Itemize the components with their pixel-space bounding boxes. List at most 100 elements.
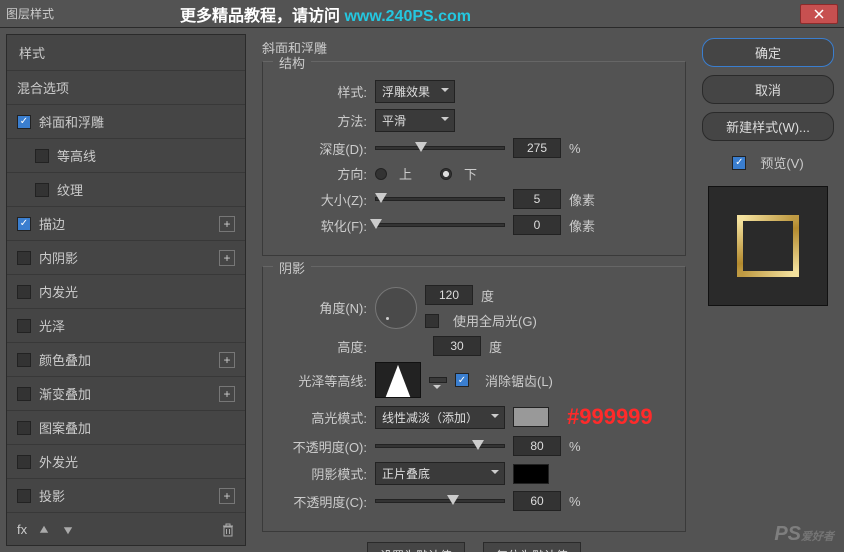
antialias-checkbox[interactable]: [455, 373, 469, 387]
preview-box: [708, 186, 828, 306]
trash-icon[interactable]: [221, 523, 235, 537]
shadow-opacity-slider[interactable]: [375, 499, 505, 503]
angle-dial[interactable]: [375, 287, 417, 329]
size-input[interactable]: [513, 189, 561, 209]
soften-input[interactable]: [513, 215, 561, 235]
shadow-color-swatch[interactable]: [513, 464, 549, 484]
sidebar-item-label: 外发光: [39, 452, 78, 471]
technique-select[interactable]: 平滑: [375, 109, 455, 132]
sidebar-item-1[interactable]: 等高线: [7, 139, 245, 173]
sidebar-item-label: 图案叠加: [39, 418, 91, 437]
sidebar-footer: fx: [7, 514, 245, 545]
altitude-label: 高度:: [277, 337, 367, 356]
highlight-color-swatch[interactable]: [513, 407, 549, 427]
style-checkbox[interactable]: [17, 217, 31, 231]
arrow-down-icon[interactable]: [61, 523, 75, 537]
soften-label: 软化(F):: [277, 216, 367, 235]
style-label: 样式:: [277, 82, 367, 101]
sidebar-item-9[interactable]: 图案叠加: [7, 411, 245, 445]
sidebar-item-11[interactable]: 投影 +: [7, 479, 245, 513]
annotation-highlight-color: #999999: [567, 404, 653, 430]
close-icon: [814, 9, 824, 19]
add-effect-icon[interactable]: +: [219, 250, 235, 266]
sidebar-item-5[interactable]: 内发光: [7, 275, 245, 309]
depth-input[interactable]: [513, 138, 561, 158]
banner: 更多精品教程，请访问 www.240PS.com: [180, 2, 471, 26]
sidebar-item-label: 斜面和浮雕: [39, 112, 104, 131]
highlight-opacity-slider[interactable]: [375, 444, 505, 448]
global-light-checkbox[interactable]: [425, 314, 439, 328]
style-checkbox[interactable]: [17, 455, 31, 469]
reset-default-button[interactable]: 复位为默认值: [483, 542, 581, 552]
direction-up-radio[interactable]: [375, 168, 387, 180]
sidebar-item-2[interactable]: 纹理: [7, 173, 245, 207]
highlight-opacity-input[interactable]: [513, 436, 561, 456]
style-checkbox[interactable]: [35, 149, 49, 163]
set-default-button[interactable]: 设置为默认值: [367, 542, 465, 552]
sidebar-item-label: 等高线: [57, 146, 96, 165]
technique-label: 方法:: [277, 111, 367, 130]
sidebar-item-7[interactable]: 颜色叠加 +: [7, 343, 245, 377]
content-panel: 斜面和浮雕 结构 样式: 浮雕效果 方法: 平滑 深度(D): % 方向: 上: [246, 28, 702, 552]
close-button[interactable]: [800, 4, 838, 24]
styles-sidebar: 样式 混合选项 斜面和浮雕等高线纹理描边+ 内阴影 + 内发光光泽颜色叠加 + 渐变叠加 +…: [6, 34, 246, 546]
sidebar-header: 样式: [7, 35, 245, 71]
angle-input[interactable]: [425, 285, 473, 305]
cancel-button[interactable]: 取消: [702, 75, 834, 104]
sidebar-item-3[interactable]: 描边+: [7, 207, 245, 241]
size-slider[interactable]: [375, 197, 505, 201]
ok-button[interactable]: 确定: [702, 38, 834, 67]
shadow-opacity-input[interactable]: [513, 491, 561, 511]
preview-checkbox[interactable]: [732, 156, 746, 170]
shadow-opacity-label: 不透明度(C):: [277, 492, 367, 511]
add-effect-icon[interactable]: +: [219, 386, 235, 402]
style-checkbox[interactable]: [17, 251, 31, 265]
highlight-mode-label: 高光模式:: [277, 408, 367, 427]
shadow-mode-select[interactable]: 正片叠底: [375, 462, 505, 485]
new-style-button[interactable]: 新建样式(W)...: [702, 112, 834, 141]
sidebar-item-6[interactable]: 光泽: [7, 309, 245, 343]
sidebar-item-label: 颜色叠加: [39, 350, 91, 369]
gloss-contour-picker[interactable]: [375, 362, 421, 398]
sidebar-item-label: 纹理: [57, 180, 83, 199]
style-checkbox[interactable]: [17, 115, 31, 129]
fx-menu[interactable]: fx: [17, 522, 27, 537]
sidebar-item-label: 投影: [39, 486, 65, 505]
add-effect-icon[interactable]: +: [219, 216, 235, 232]
style-checkbox[interactable]: [17, 285, 31, 299]
right-column: 确定 取消 新建样式(W)... 预览(V): [702, 28, 844, 552]
angle-label: 角度(N):: [277, 298, 367, 317]
style-checkbox[interactable]: [35, 183, 49, 197]
altitude-input[interactable]: [433, 336, 481, 356]
sidebar-item-label: 混合选项: [17, 78, 69, 97]
style-checkbox[interactable]: [17, 387, 31, 401]
style-checkbox[interactable]: [17, 353, 31, 367]
sidebar-item-10[interactable]: 外发光: [7, 445, 245, 479]
gloss-contour-dropdown[interactable]: [429, 377, 447, 383]
sidebar-item-blend-options[interactable]: 混合选项: [7, 71, 245, 105]
style-select[interactable]: 浮雕效果: [375, 80, 455, 103]
depth-label: 深度(D):: [277, 139, 367, 158]
style-checkbox[interactable]: [17, 489, 31, 503]
sidebar-item-8[interactable]: 渐变叠加 +: [7, 377, 245, 411]
highlight-mode-select[interactable]: 线性减淡（添加）: [375, 406, 505, 429]
style-checkbox[interactable]: [17, 319, 31, 333]
direction-label: 方向:: [277, 164, 367, 183]
sidebar-item-label: 内发光: [39, 282, 78, 301]
sidebar-item-label: 内阴影: [39, 248, 78, 267]
depth-slider[interactable]: [375, 146, 505, 150]
sidebar-item-0[interactable]: 斜面和浮雕: [7, 105, 245, 139]
sidebar-item-4[interactable]: 内阴影 +: [7, 241, 245, 275]
panel-title: 斜面和浮雕: [262, 38, 686, 57]
arrow-up-icon[interactable]: [37, 523, 51, 537]
structure-legend: 结构: [273, 53, 311, 72]
sidebar-item-label: 光泽: [39, 316, 65, 335]
highlight-opacity-label: 不透明度(O):: [277, 437, 367, 456]
shading-fieldset: 阴影 角度(N): 度 使用全局光(G) 高度:: [262, 266, 686, 532]
soften-slider[interactable]: [375, 223, 505, 227]
style-checkbox[interactable]: [17, 421, 31, 435]
sidebar-item-label: 渐变叠加: [39, 384, 91, 403]
add-effect-icon[interactable]: +: [219, 352, 235, 368]
add-effect-icon[interactable]: +: [219, 488, 235, 504]
direction-down-radio[interactable]: [440, 168, 452, 180]
